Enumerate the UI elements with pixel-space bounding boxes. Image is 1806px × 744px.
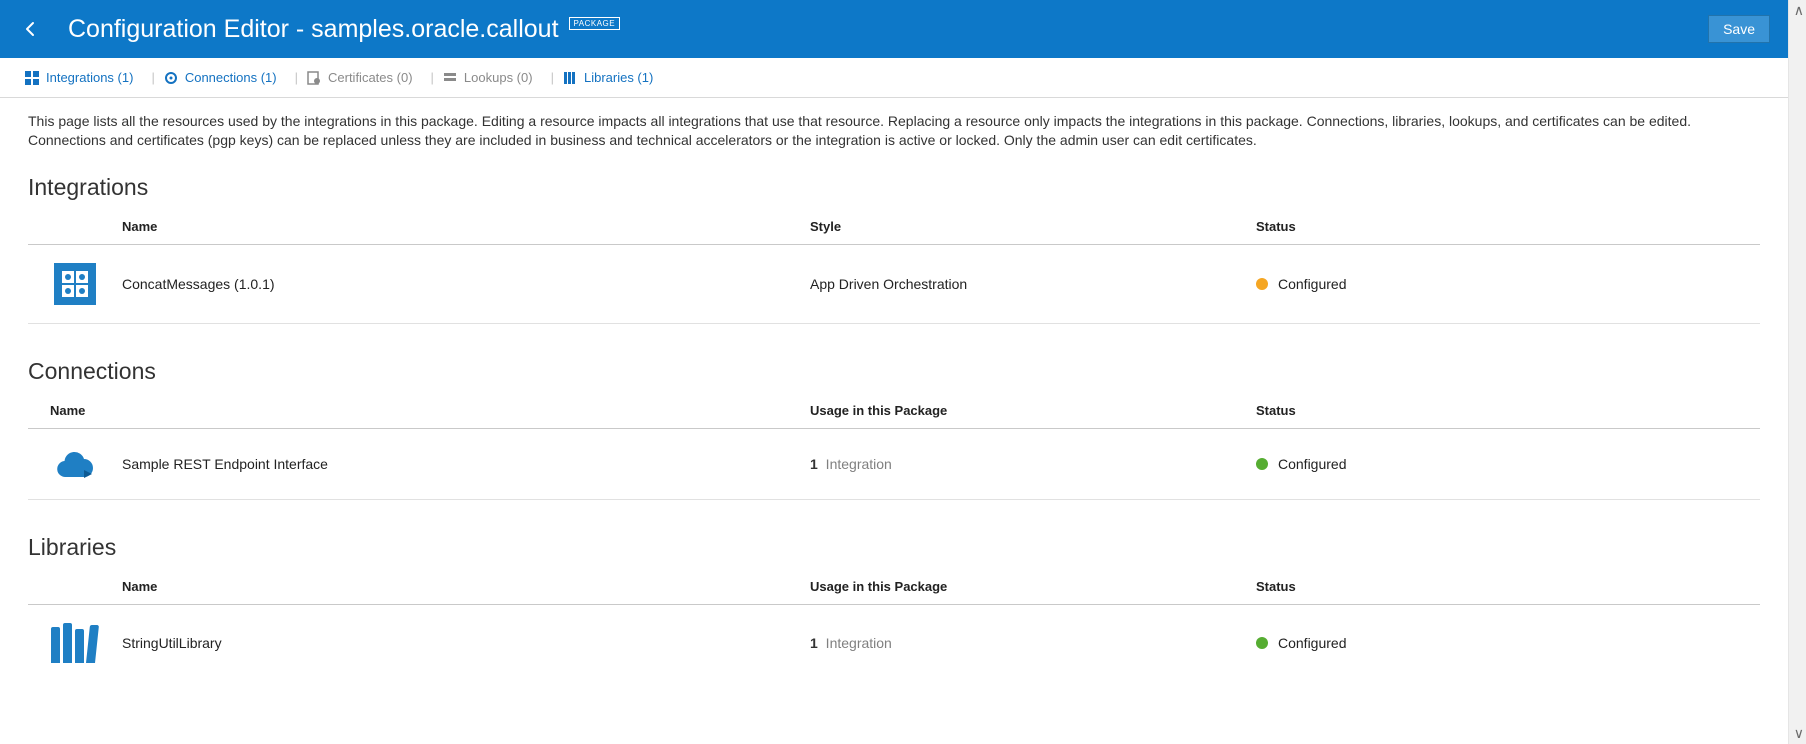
libraries-header-row: Name Usage in this Package Status (28, 571, 1760, 605)
section-heading-integrations: Integrations (28, 174, 1760, 201)
table-row[interactable]: ConcatMessages (1.0.1) App Driven Orches… (28, 245, 1760, 324)
tab-certificates-label: Certificates (0) (328, 70, 413, 85)
connection-status: Configured (1278, 456, 1347, 472)
page-title: Configuration Editor - samples.oracle.ca… (68, 15, 559, 44)
th-name: Name (50, 403, 716, 418)
th-name: Name (122, 219, 810, 234)
save-button[interactable]: Save (1708, 15, 1770, 43)
scrollbar-track[interactable]: ∧ ∨ (1788, 0, 1806, 744)
integration-name: ConcatMessages (1.0.1) (122, 276, 810, 292)
library-usage-count: 1 (810, 635, 818, 651)
certificates-icon (306, 70, 322, 86)
library-name: StringUtilLibrary (122, 635, 810, 651)
connection-name: Sample REST Endpoint Interface (122, 456, 810, 472)
lookups-icon (442, 70, 458, 86)
page-header: Configuration Editor - samples.oracle.ca… (0, 0, 1788, 58)
back-button[interactable] (18, 16, 44, 42)
table-row[interactable]: Sample REST Endpoint Interface 1 Integra… (28, 429, 1760, 500)
tab-lookups-label: Lookups (0) (464, 70, 533, 85)
library-usage-label: Integration (822, 635, 892, 651)
scroll-down-icon[interactable]: ∨ (1794, 725, 1804, 742)
th-status: Status (1256, 579, 1760, 594)
status-dot-configured-icon (1256, 278, 1268, 290)
section-heading-connections: Connections (28, 358, 1760, 385)
th-status: Status (1256, 403, 1760, 418)
tab-connections-label: Connections (1) (185, 70, 277, 85)
th-status: Status (1256, 219, 1760, 234)
th-name: Name (122, 579, 810, 594)
tab-libraries[interactable]: Libraries (1) (562, 70, 653, 86)
section-heading-libraries: Libraries (28, 534, 1760, 561)
connections-header-row: Name Usage in this Package Status (28, 395, 1760, 429)
status-dot-configured-icon (1256, 637, 1268, 649)
integration-icon (54, 263, 96, 305)
page-body: This page lists all the resources used b… (0, 98, 1788, 744)
th-usage: Usage in this Package (810, 579, 1256, 594)
integrations-icon (24, 70, 40, 86)
connection-usage-label: Integration (822, 456, 892, 472)
th-style: Style (810, 219, 1256, 234)
tab-lookups[interactable]: Lookups (0) (442, 70, 533, 86)
status-dot-configured-icon (1256, 458, 1268, 470)
libraries-icon (562, 70, 578, 86)
resource-tabs: Integrations (1) | Connections (1) | Cer… (0, 58, 1788, 98)
library-status: Configured (1278, 635, 1347, 651)
scroll-up-icon[interactable]: ∧ (1794, 2, 1804, 19)
tab-certificates[interactable]: Certificates (0) (306, 70, 413, 86)
table-row[interactable]: StringUtilLibrary 1 Integration Configur… (28, 605, 1760, 681)
library-icon (51, 623, 100, 663)
tab-libraries-label: Libraries (1) (584, 70, 653, 85)
tab-connections[interactable]: Connections (1) (163, 70, 277, 86)
th-usage: Usage in this Package (810, 403, 1256, 418)
cloud-icon (54, 447, 96, 481)
integration-status: Configured (1278, 276, 1347, 292)
package-badge: PACKAGE (569, 17, 621, 30)
page-description: This page lists all the resources used b… (28, 112, 1760, 150)
connection-usage-count: 1 (810, 456, 818, 472)
connections-icon (163, 70, 179, 86)
tab-integrations[interactable]: Integrations (1) (24, 70, 133, 86)
integration-style: App Driven Orchestration (810, 276, 1256, 292)
integrations-header-row: Name Style Status (28, 211, 1760, 245)
tab-integrations-label: Integrations (1) (46, 70, 133, 85)
